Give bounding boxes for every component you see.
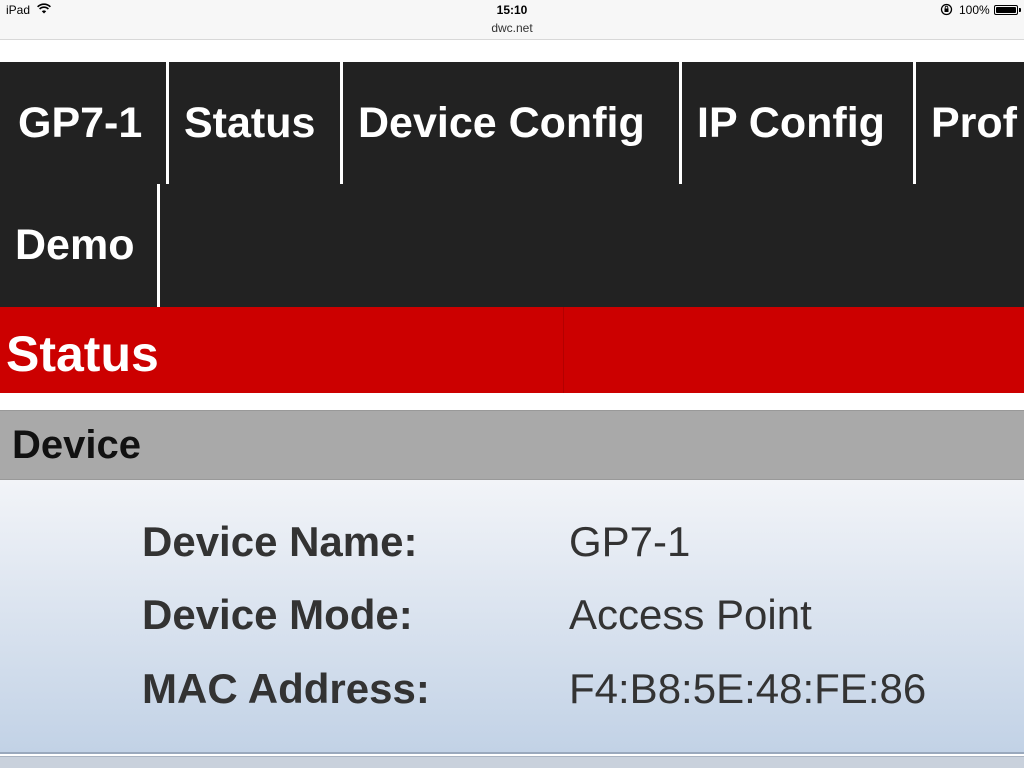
battery-percentage: 100%	[959, 3, 990, 17]
device-mode-label: Device Mode:	[142, 591, 413, 638]
device-section-header: Device	[0, 410, 1024, 480]
mac-address-label: MAC Address:	[142, 665, 430, 712]
tab-gp7-1[interactable]: GP7-1	[3, 62, 169, 184]
tab-status[interactable]: Status	[169, 62, 343, 184]
battery-icon	[994, 5, 1021, 15]
main-nav: GP7-1 Status Device Config IP Config Pro…	[0, 62, 1024, 307]
clock: 15:10	[496, 3, 528, 17]
ios-status-bar: iPad 15:10 100%	[0, 0, 1024, 20]
mac-address-row: MAC Address: F4:B8:5E:48:FE:86	[0, 665, 1024, 725]
next-section-edge	[0, 756, 1024, 768]
tab-prof[interactable]: Prof	[916, 62, 1024, 184]
section-title: Device	[12, 423, 141, 467]
mac-address-value: F4:B8:5E:48:FE:86	[569, 665, 927, 712]
status-header: Status	[0, 307, 1024, 393]
header-divider	[563, 307, 564, 393]
url-text: dwc.net	[491, 21, 533, 35]
device-mode-value: Access Point	[569, 591, 812, 638]
address-bar[interactable]: dwc.net	[0, 20, 1024, 40]
device-name-row: Device Name: GP7-1	[0, 518, 1024, 578]
device-mode-row: Device Mode: Access Point	[0, 591, 1024, 651]
rotation-lock-icon	[940, 3, 953, 16]
tab-device-config[interactable]: Device Config	[343, 62, 682, 184]
device-name-value: GP7-1	[569, 518, 691, 565]
device-info-panel: Device Name: GP7-1 Device Mode: Access P…	[0, 480, 1024, 754]
tab-ip-config[interactable]: IP Config	[682, 62, 916, 184]
page-title: Status	[6, 326, 159, 382]
tab-demo[interactable]: Demo	[0, 184, 160, 307]
device-name-label: Device Name:	[142, 518, 418, 565]
